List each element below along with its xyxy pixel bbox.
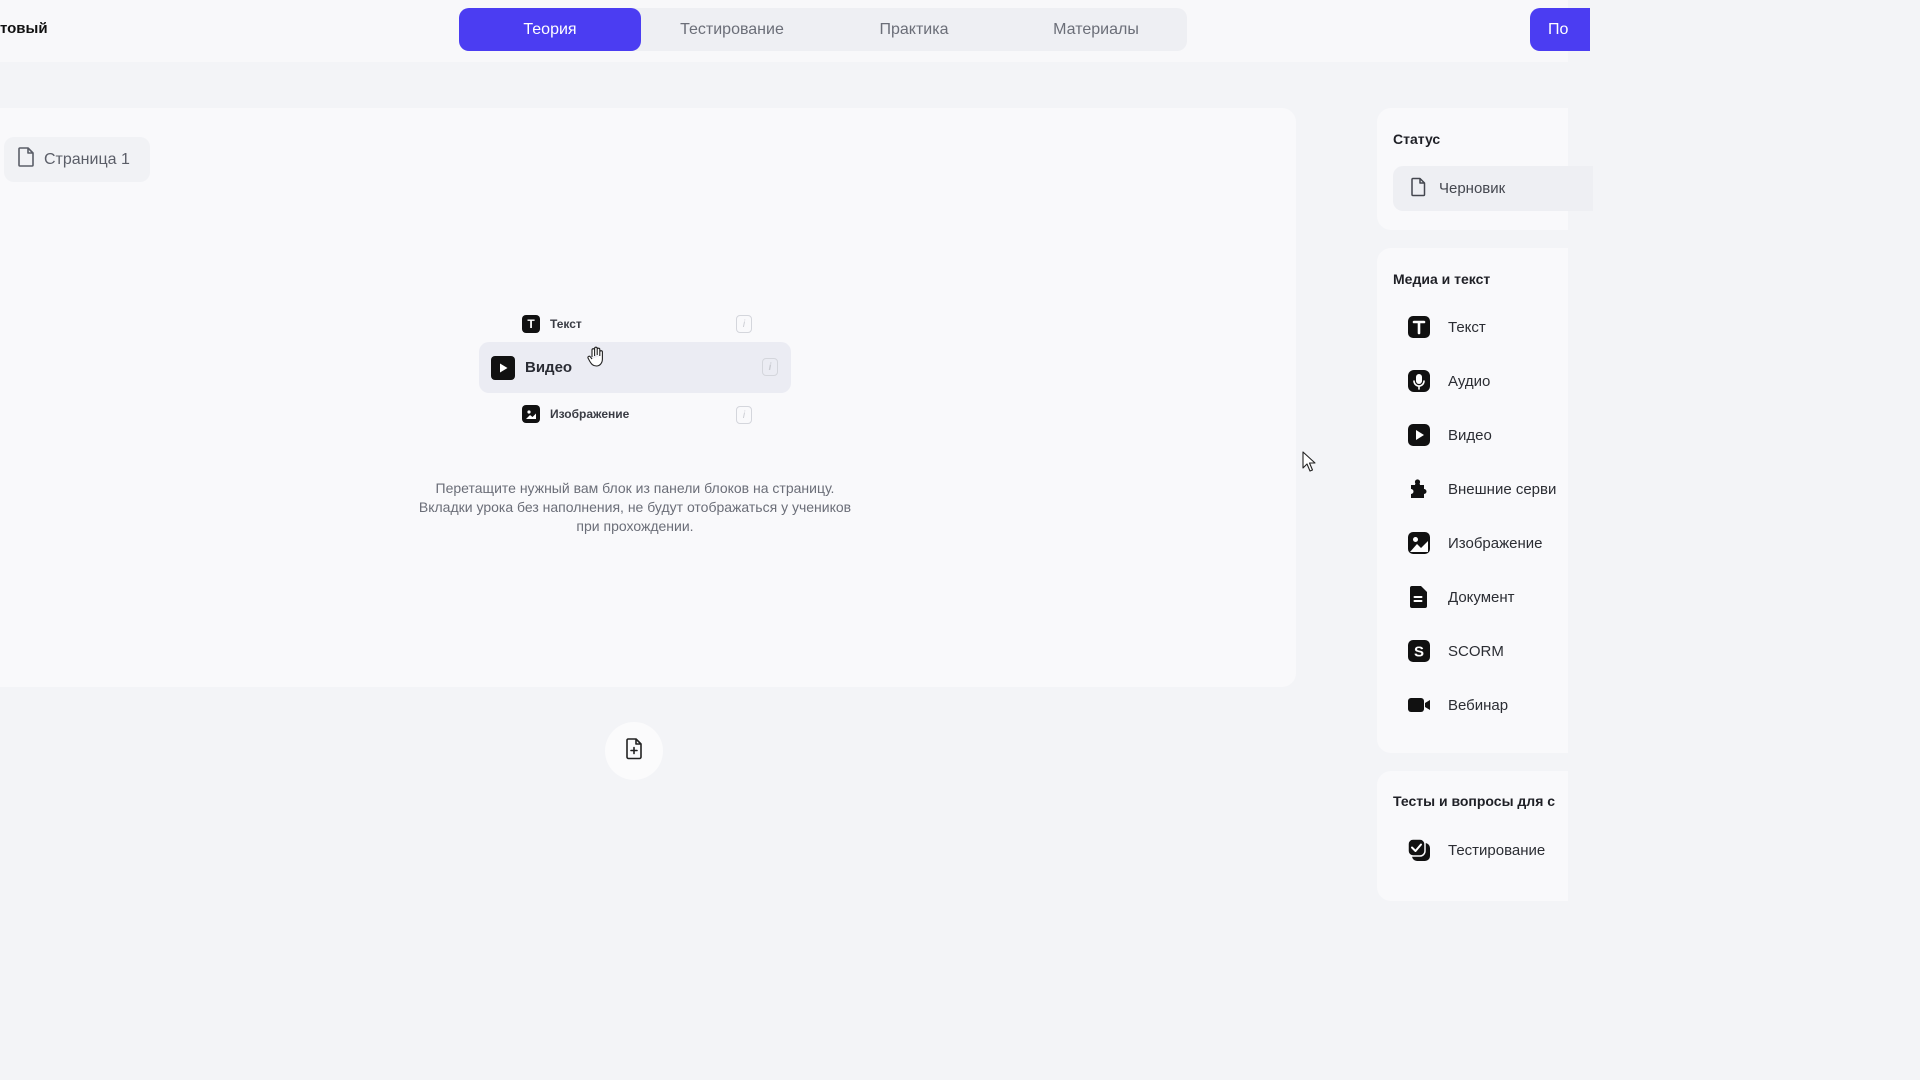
info-icon: i [736, 315, 752, 333]
text-icon: T [522, 315, 540, 333]
checklist-icon [1407, 838, 1431, 862]
empty-canvas-hint: Перетащите нужный вам блок из панели бло… [370, 479, 900, 536]
drag-preview-video[interactable]: Видео i [479, 342, 791, 393]
drag-preview-text: T Текст [522, 315, 582, 333]
block-item-audio-label: Аудио [1448, 372, 1491, 390]
lesson-tabs: Теория Тестирование Практика Материалы [459, 8, 1187, 51]
block-item-scorm[interactable]: S SCORM [1407, 639, 1504, 663]
page-tab[interactable]: Страница 1 [4, 137, 150, 182]
tab-materials[interactable]: Материалы [1005, 8, 1187, 51]
tests-panel: Тесты и вопросы для с Тестирование [1377, 771, 1568, 901]
microphone-icon [1407, 369, 1431, 393]
puzzle-icon [1407, 477, 1431, 501]
block-item-image-label: Изображение [1448, 534, 1543, 552]
media-panel: Медиа и текст Текст Аудио Видео Внешние … [1377, 248, 1568, 753]
text-icon [1407, 315, 1431, 339]
tab-theory[interactable]: Теория [459, 8, 641, 51]
block-item-audio[interactable]: Аудио [1407, 369, 1490, 393]
hint-line-3: при прохождении. [576, 518, 694, 534]
add-page-icon [623, 737, 645, 766]
document-icon [1407, 585, 1431, 609]
block-item-scorm-label: SCORM [1448, 642, 1504, 660]
hint-line-1: Перетащите нужный вам блок из панели бло… [435, 480, 835, 496]
page-icon [16, 146, 36, 173]
tab-practice[interactable]: Практика [823, 8, 1005, 51]
video-icon [1407, 423, 1431, 447]
status-select[interactable]: Черновик [1393, 166, 1593, 211]
block-item-text[interactable]: Текст [1407, 315, 1486, 339]
info-icon: i [762, 358, 778, 376]
block-item-webinar[interactable]: Вебинар [1407, 693, 1508, 717]
block-item-image[interactable]: Изображение [1407, 531, 1543, 555]
block-item-document[interactable]: Документ [1407, 585, 1515, 609]
drag-preview-text-label: Текст [550, 317, 582, 331]
add-page-button[interactable] [605, 722, 663, 780]
image-icon [1407, 531, 1431, 555]
tab-testing[interactable]: Тестирование [641, 8, 823, 51]
course-title: товый [0, 20, 48, 37]
status-value: Черновик [1439, 180, 1506, 197]
page-tab-label: Страница 1 [44, 150, 130, 168]
webinar-camera-icon [1407, 693, 1431, 717]
image-icon [522, 405, 540, 423]
block-item-testing[interactable]: Тестирование [1407, 838, 1545, 862]
block-item-testing-label: Тестирование [1448, 841, 1546, 859]
drag-preview-image-label: Изображение [550, 407, 630, 421]
block-item-external-services[interactable]: Внешние серви [1407, 477, 1556, 501]
hand-cursor-icon [586, 346, 606, 372]
svg-text:S: S [1414, 644, 1424, 661]
publish-button[interactable]: По [1530, 8, 1590, 51]
block-item-external-services-label: Внешние серви [1448, 480, 1557, 498]
media-title: Медиа и текст [1393, 271, 1491, 287]
scorm-icon: S [1407, 639, 1431, 663]
status-panel: Статус Черновик [1377, 108, 1593, 230]
tests-title: Тесты и вопросы для с [1393, 793, 1556, 809]
drag-preview-video-label: Видео [525, 359, 573, 376]
draft-document-icon [1409, 177, 1427, 201]
lesson-canvas[interactable] [0, 108, 1296, 687]
status-title: Статус [1393, 131, 1441, 147]
video-icon [491, 355, 515, 380]
block-item-video-label: Видео [1448, 426, 1492, 444]
hint-line-2: Вкладки урока без наполнения, не будут о… [418, 499, 852, 515]
block-item-video[interactable]: Видео [1407, 423, 1492, 447]
info-icon: i [736, 406, 752, 424]
block-item-webinar-label: Вебинар [1448, 696, 1509, 714]
block-item-text-label: Текст [1448, 318, 1486, 336]
top-bar: товый Теория Тестирование Практика Матер… [0, 0, 1590, 62]
mouse-pointer-icon [1302, 451, 1316, 478]
block-item-document-label: Документ [1448, 588, 1515, 606]
drag-preview-image: Изображение [522, 405, 629, 423]
